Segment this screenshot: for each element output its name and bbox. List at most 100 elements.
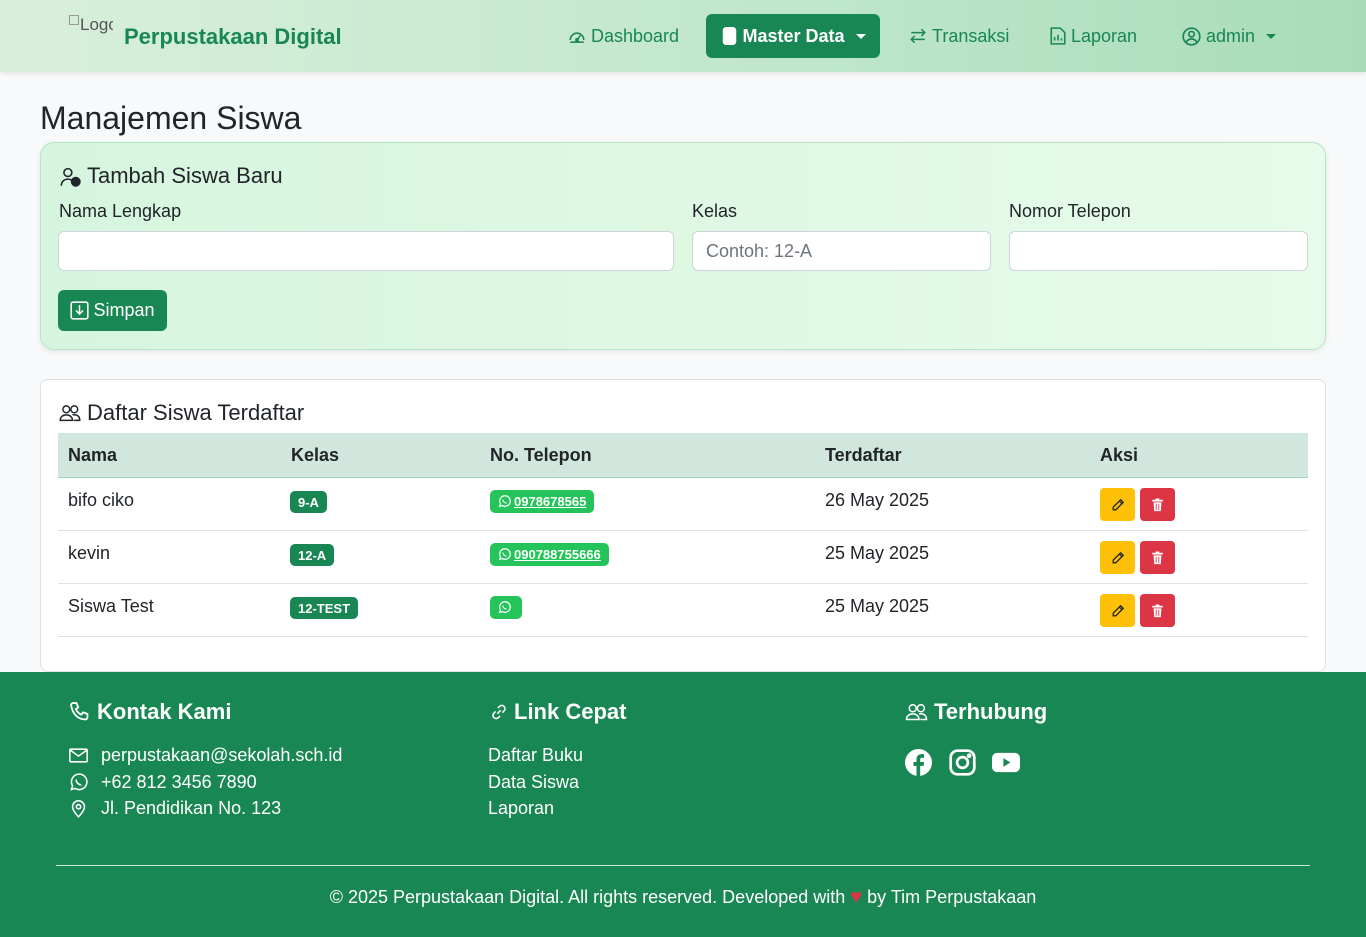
- youtube-icon[interactable]: [992, 752, 1020, 773]
- table-row: kevin 12-A 090788755666 25 May 2025: [58, 531, 1308, 584]
- add-student-title-text: Tambah Siswa Baru: [87, 163, 283, 188]
- footer-link-laporan[interactable]: Laporan: [488, 798, 554, 819]
- edit-button[interactable]: [1100, 541, 1135, 574]
- person-add-icon: [60, 167, 81, 187]
- nama-input[interactable]: [58, 231, 674, 271]
- table-header: Nama Kelas No. Telepon Terdaftar Aksi: [58, 433, 1308, 478]
- student-name: kevin: [68, 543, 111, 563]
- student-list-title-text: Daftar Siswa Terdaftar: [87, 400, 305, 425]
- database-icon: [723, 27, 737, 45]
- trash-icon: [1152, 603, 1163, 617]
- column-header-aksi: Aksi: [1100, 445, 1139, 465]
- nav-dashboard-label: Dashboard: [591, 25, 680, 46]
- pencil-icon: [1112, 604, 1124, 616]
- telepon-input[interactable]: [1009, 231, 1308, 271]
- download-save-icon: [70, 301, 90, 320]
- whatsapp-link[interactable]: 0978678565: [490, 490, 595, 513]
- nav-transaksi[interactable]: Transaksi: [909, 14, 1009, 58]
- footer-address: Jl. Pendidikan No. 123: [69, 798, 281, 819]
- people-icon: [905, 704, 928, 721]
- phone-number: 0978678565: [514, 494, 587, 509]
- copyright-prefix: © 2025 Perpustakaan Digital. All rights …: [329, 887, 846, 907]
- footer-email-text: perpustakaan@sekolah.sch.id: [101, 745, 343, 765]
- whatsapp-link[interactable]: 090788755666: [490, 543, 609, 566]
- add-student-card: Tambah Siswa Baru Nama Lengkap Kelas Nom…: [40, 142, 1326, 350]
- user-name: admin: [1206, 25, 1256, 46]
- speedometer-icon: [569, 32, 585, 43]
- telephone-icon: [70, 702, 89, 721]
- footer-contact-heading: Kontak Kami: [69, 699, 231, 725]
- brand-logo[interactable]: Logo: [69, 15, 113, 41]
- kelas-input[interactable]: [692, 231, 991, 271]
- footer-address-text: Jl. Pendidikan No. 123: [101, 798, 282, 818]
- column-header-kelas: Kelas: [291, 445, 340, 465]
- whatsapp-icon: [498, 495, 511, 508]
- class-badge: 12-TEST: [290, 597, 359, 619]
- user-circle-icon: [1182, 26, 1201, 46]
- edit-button[interactable]: [1100, 488, 1135, 521]
- telepon-label: Nomor Telepon: [1009, 201, 1131, 221]
- nav-dashboard[interactable]: Dashboard: [568, 14, 679, 58]
- footer: Kontak Kami perpustakaan@sekolah.sch.id …: [0, 672, 1366, 937]
- nav-laporan-label: Laporan: [1071, 25, 1138, 46]
- brand-name[interactable]: Perpustakaan Digital: [124, 24, 342, 50]
- student-table: Nama Kelas No. Telepon Terdaftar Aksi bi…: [58, 433, 1308, 637]
- trash-icon: [1152, 550, 1163, 564]
- nama-label: Nama Lengkap: [59, 201, 182, 221]
- footer-contact-title: Kontak Kami: [97, 699, 232, 724]
- footer-email[interactable]: perpustakaan@sekolah.sch.id: [69, 745, 342, 766]
- student-list-title: Daftar Siswa Terdaftar: [59, 400, 304, 426]
- nav-master-data[interactable]: Master Data: [706, 14, 880, 58]
- nav-master-data-label: Master Data: [742, 25, 845, 46]
- class-badge: 9-A: [290, 491, 327, 513]
- footer-link-daftar-buku[interactable]: Daftar Buku: [488, 745, 583, 766]
- nav-transaksi-label: Transaksi: [932, 25, 1010, 46]
- registered-date: 26 May 2025: [825, 490, 930, 510]
- whatsapp-icon: [70, 773, 88, 791]
- delete-button[interactable]: [1140, 594, 1175, 627]
- registered-date: 25 May 2025: [825, 596, 930, 616]
- page-title: Manajemen Siswa: [40, 100, 302, 136]
- chevron-down-icon: [1266, 33, 1277, 39]
- people-icon: [59, 405, 81, 422]
- footer-social-title: Terhubung: [934, 699, 1048, 724]
- footer-divider: [56, 865, 1310, 866]
- phone-number: 090788755666: [514, 547, 601, 562]
- footer-phone-text: +62 812 3456 7890: [101, 772, 257, 792]
- navbar: Logo Perpustakaan Digital Dashboard Mast…: [0, 0, 1366, 72]
- facebook-icon[interactable]: [905, 749, 932, 776]
- registered-date: 25 May 2025: [825, 543, 930, 563]
- add-student-title: Tambah Siswa Baru: [60, 163, 283, 189]
- save-button[interactable]: Simpan: [58, 290, 167, 331]
- envelope-icon: [69, 748, 88, 763]
- column-header-nama: Nama: [68, 445, 118, 465]
- link-icon: [492, 704, 506, 720]
- class-badge: 12-A: [290, 544, 335, 566]
- delete-button[interactable]: [1140, 488, 1175, 521]
- copyright: © 2025 Perpustakaan Digital. All rights …: [0, 886, 1366, 909]
- student-name: bifo ciko: [68, 490, 135, 510]
- geo-pin-icon: [71, 800, 86, 818]
- save-button-label: Simpan: [93, 300, 155, 320]
- chevron-down-icon: [855, 33, 866, 39]
- whatsapp-link[interactable]: [490, 596, 522, 619]
- user-menu[interactable]: admin: [1182, 14, 1277, 58]
- footer-links-title: Link Cepat: [514, 699, 627, 724]
- nav-laporan[interactable]: Laporan: [1050, 14, 1137, 58]
- footer-links-heading: Link Cepat: [490, 699, 626, 725]
- student-name: Siswa Test: [68, 596, 154, 616]
- copyright-suffix: by Tim Perpustakaan: [867, 887, 1037, 907]
- whatsapp-icon: [498, 601, 511, 614]
- footer-link-data-siswa[interactable]: Data Siswa: [488, 772, 579, 793]
- delete-button[interactable]: [1140, 541, 1175, 574]
- trash-icon: [1152, 497, 1163, 511]
- edit-button[interactable]: [1100, 594, 1135, 627]
- heart-icon: ♥: [850, 886, 863, 908]
- file-bar-chart-icon: [1050, 27, 1066, 45]
- table-row: Siswa Test 12-TEST 25 May 2025: [58, 584, 1308, 637]
- whatsapp-icon: [498, 548, 511, 561]
- footer-phone[interactable]: +62 812 3456 7890: [69, 772, 257, 793]
- student-list-card: Daftar Siswa Terdaftar Nama Kelas No. Te…: [40, 379, 1326, 672]
- instagram-icon[interactable]: [949, 749, 976, 776]
- pencil-icon: [1112, 498, 1124, 510]
